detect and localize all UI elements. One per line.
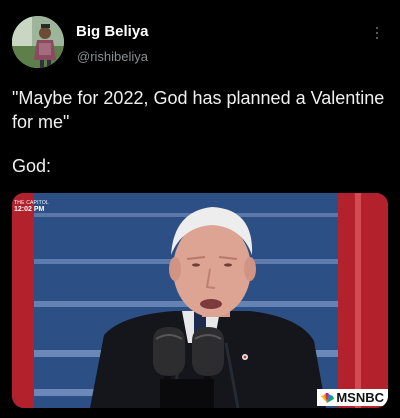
avatar[interactable]: [12, 16, 64, 68]
display-name[interactable]: Big Beliya: [76, 23, 149, 40]
user-handle[interactable]: @rishibeliya: [77, 49, 148, 64]
profile-photo-icon: [12, 16, 64, 68]
peacock-icon: [321, 392, 335, 403]
broadcast-info: THE CAPITOL 12:02 PM: [14, 200, 49, 214]
post-header: Big Beliya @rishibeliya: [0, 0, 400, 78]
network-logo-text: MSNBC: [336, 390, 384, 405]
broadcast-time: 12:02 PM: [14, 206, 45, 214]
speaker-photo: [12, 193, 388, 408]
post-text: "Maybe for 2022, God has planned a Valen…: [12, 88, 385, 132]
post-caption: God:: [12, 156, 52, 176]
vertical-ellipsis-icon[interactable]: [370, 22, 384, 44]
network-logo: MSNBC: [317, 389, 388, 406]
video-still[interactable]: THE CAPITOL 12:02 PM MSNBC: [12, 193, 388, 408]
